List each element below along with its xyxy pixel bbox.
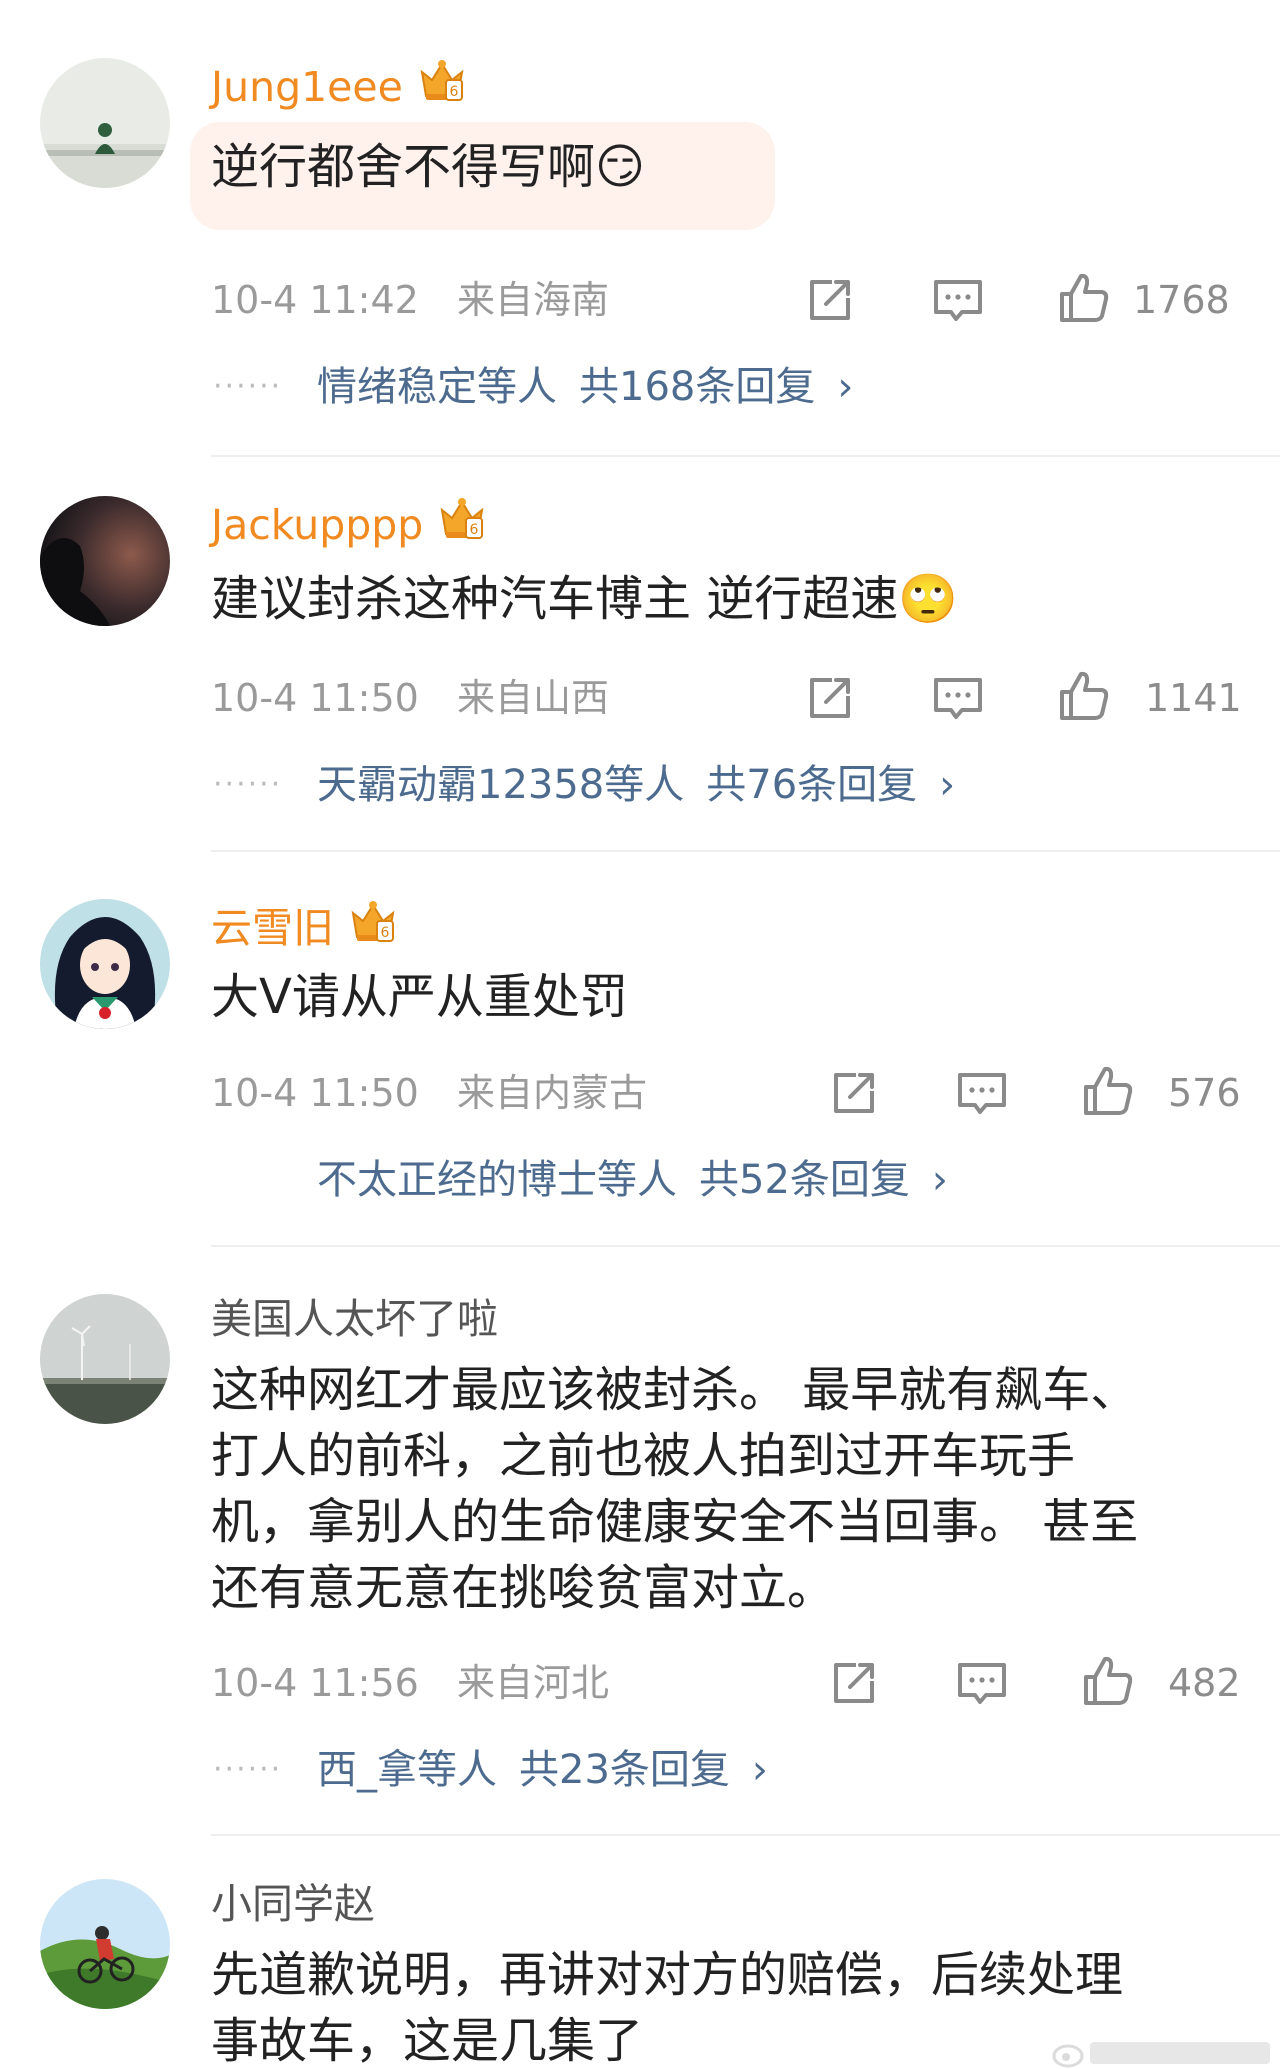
replies-link[interactable]: 不太正经的博士等人 共52条回复 ›	[317, 1155, 948, 1205]
svg-text:6: 6	[449, 84, 458, 100]
comment-meta: 10-4 11:50 来自内蒙古	[211, 1068, 647, 1118]
username-text[interactable]: 小同学赵	[211, 1879, 375, 1929]
watermark-logo	[1050, 2028, 1280, 2069]
thumbs-up-icon[interactable]	[1080, 1063, 1136, 1119]
comment-list: Jung1eee 6 逆行都舍不得写啊😏 10-4 11:42 来自海南 176…	[0, 0, 1280, 2069]
reply-count[interactable]: 共23条回复	[519, 1747, 730, 1793]
comment-text-line: 大V请从严从重处罚	[211, 969, 628, 1025]
username-text[interactable]: 美国人太坏了啦	[211, 1294, 498, 1344]
chevron-right-icon[interactable]: ›	[752, 1747, 768, 1793]
crown-badge-icon: 6	[417, 58, 467, 115]
comment-item: Jackupppp 6 建议封杀这种汽车博主 逆行超速🙄 10-4 11:50 …	[0, 456, 1280, 852]
reply-names[interactable]: 西_拿等人	[317, 1747, 497, 1793]
comment-text-line: 还有意无意在挑唆贫富对立。	[211, 1560, 836, 1616]
replies-link[interactable]: 情绪稳定等人 共168条回复 ›	[317, 362, 853, 412]
chevron-right-icon[interactable]: ›	[939, 762, 955, 808]
comment-meta: 10-4 11:42 来自海南	[211, 275, 609, 325]
chevron-right-icon[interactable]: ›	[837, 364, 853, 410]
username[interactable]: 美国人太坏了啦	[211, 1294, 498, 1344]
thumbs-up-icon[interactable]	[1056, 270, 1112, 326]
reply-count[interactable]: 共168条回复	[579, 364, 815, 410]
comment-location: 来自海南	[457, 278, 610, 322]
thumbs-up-icon[interactable]	[1080, 1653, 1136, 1709]
replies-link[interactable]: 天霸动霸12358等人 共76条回复 ›	[317, 760, 955, 810]
username-text[interactable]: 云雪旧	[211, 903, 334, 953]
ellipsis-icon: ······	[213, 369, 283, 404]
reply-count[interactable]: 共52条回复	[699, 1157, 910, 1203]
share-icon[interactable]	[826, 1065, 882, 1121]
comment-time: 10-4 11:42	[211, 278, 419, 322]
username[interactable]: Jackupppp 6	[211, 496, 487, 553]
comment-meta: 10-4 11:50 来自山西	[211, 673, 609, 723]
share-icon[interactable]	[802, 670, 858, 726]
comment-text-line: 打人的前科，之前也被人拍到过开车玩手	[211, 1428, 1076, 1484]
comment-icon[interactable]	[930, 272, 986, 328]
username[interactable]: 小同学赵	[211, 1879, 375, 1929]
reply-names[interactable]: 不太正经的博士等人	[317, 1157, 677, 1203]
crown-badge-icon: 6	[348, 899, 398, 956]
replies-link[interactable]: 西_拿等人 共23条回复 ›	[317, 1745, 768, 1795]
reply-names[interactable]: 天霸动霸12358等人	[317, 762, 684, 808]
comment-time: 10-4 11:56	[211, 1661, 419, 1705]
comment-location: 来自河北	[457, 1661, 610, 1705]
comment-meta: 10-4 11:56 来自河北	[211, 1658, 609, 1708]
avatar[interactable]	[40, 58, 170, 188]
share-icon[interactable]	[826, 1655, 882, 1711]
svg-text:6: 6	[470, 522, 479, 538]
comment-text-line: 建议封杀这种汽车博主 逆行超速🙄	[211, 571, 959, 627]
like-count: 576	[1168, 1071, 1241, 1115]
comment-item: Jung1eee 6 逆行都舍不得写啊😏 10-4 11:42 来自海南 176…	[0, 0, 1280, 457]
reply-count[interactable]: 共76条回复	[706, 762, 917, 808]
comment-location: 来自内蒙古	[457, 1071, 648, 1115]
username[interactable]: 云雪旧 6	[211, 899, 398, 956]
thumbs-up-icon[interactable]	[1056, 668, 1112, 724]
comment-text-line: 事故车，这是几集了	[211, 2013, 644, 2069]
reply-names[interactable]: 情绪稳定等人	[317, 364, 557, 410]
comment-icon[interactable]	[930, 670, 986, 726]
ellipsis-icon: ······	[213, 767, 283, 802]
avatar[interactable]	[40, 1294, 170, 1424]
username-text[interactable]: Jackupppp	[211, 500, 423, 550]
comment-time: 10-4 11:50	[211, 1071, 419, 1115]
like-count: 1141	[1145, 676, 1242, 720]
comment-text-line: 先道歉说明，再讲对对方的赔偿，后续处理	[211, 1947, 1124, 2003]
comment-text-line: 逆行都舍不得写啊😏	[211, 139, 646, 195]
comment-time: 10-4 11:50	[211, 676, 419, 720]
like-count: 1768	[1133, 278, 1230, 322]
comment-icon[interactable]	[954, 1655, 1010, 1711]
comment-item: 美国人太坏了啦 这种网红才最应该被封杀。 最早就有飙车、 打人的前科，之前也被人…	[0, 1246, 1280, 1836]
avatar[interactable]	[40, 1879, 170, 2009]
avatar[interactable]	[40, 496, 170, 626]
username-text[interactable]: Jung1eee	[211, 62, 403, 112]
crown-badge-icon: 6	[437, 496, 487, 553]
share-icon[interactable]	[802, 272, 858, 328]
chevron-right-icon[interactable]: ›	[932, 1157, 948, 1203]
avatar[interactable]	[40, 899, 170, 1029]
comment-text-line: 机，拿别人的生命健康安全不当回事。 甚至	[211, 1494, 1139, 1550]
comment-location: 来自山西	[457, 676, 610, 720]
comment-item: 云雪旧 6 大V请从严从重处罚 10-4 11:50 来自内蒙古 576 不太正…	[0, 851, 1280, 1247]
like-count: 482	[1168, 1661, 1241, 1705]
ellipsis-icon: ······	[213, 1752, 283, 1787]
svg-text:6: 6	[381, 925, 390, 941]
username[interactable]: Jung1eee 6	[211, 58, 467, 115]
comment-icon[interactable]	[954, 1065, 1010, 1121]
comment-text-line: 这种网红才最应该被封杀。 最早就有飙车、	[211, 1362, 1139, 1418]
